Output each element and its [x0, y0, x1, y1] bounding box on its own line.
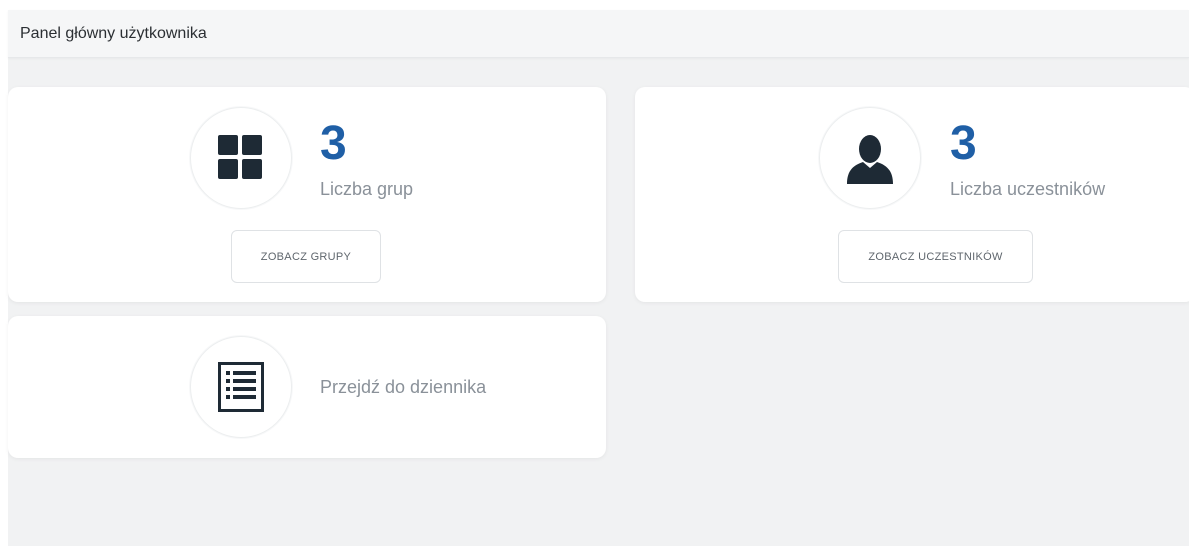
participants-card: 3 Liczba uczestników ZOBACZ UCZESTNIKÓW — [635, 87, 1189, 302]
journal-card[interactable]: Przejdź do dziennika — [8, 316, 606, 458]
groups-count-label: Liczba grup — [320, 179, 414, 199]
view-groups-button[interactable]: ZOBACZ GRUPY — [231, 230, 381, 283]
participants-icon-circle — [819, 107, 921, 209]
list-icon — [218, 362, 264, 412]
groups-count: 3 — [320, 117, 347, 170]
groups-card: 3 Liczba grup ZOBACZ GRUPY — [8, 87, 606, 302]
view-participants-button[interactable]: ZOBACZ UCZESTNIKÓW — [838, 230, 1033, 283]
journal-icon-circle — [190, 336, 292, 438]
user-icon — [847, 135, 893, 184]
dashboard-frame: Panel główny użytkownika 3 Liczba grup Z… — [8, 10, 1189, 546]
go-to-journal-link[interactable]: Przejdź do dziennika — [320, 377, 486, 398]
participants-count-label: Liczba uczestników — [950, 179, 1106, 199]
groups-icon-circle — [190, 107, 292, 209]
grid-icon — [218, 135, 262, 179]
header-bar: Panel główny użytkownika — [8, 10, 1189, 58]
page-title: Panel główny użytkownika — [20, 25, 207, 42]
participants-count: 3 — [950, 117, 977, 170]
